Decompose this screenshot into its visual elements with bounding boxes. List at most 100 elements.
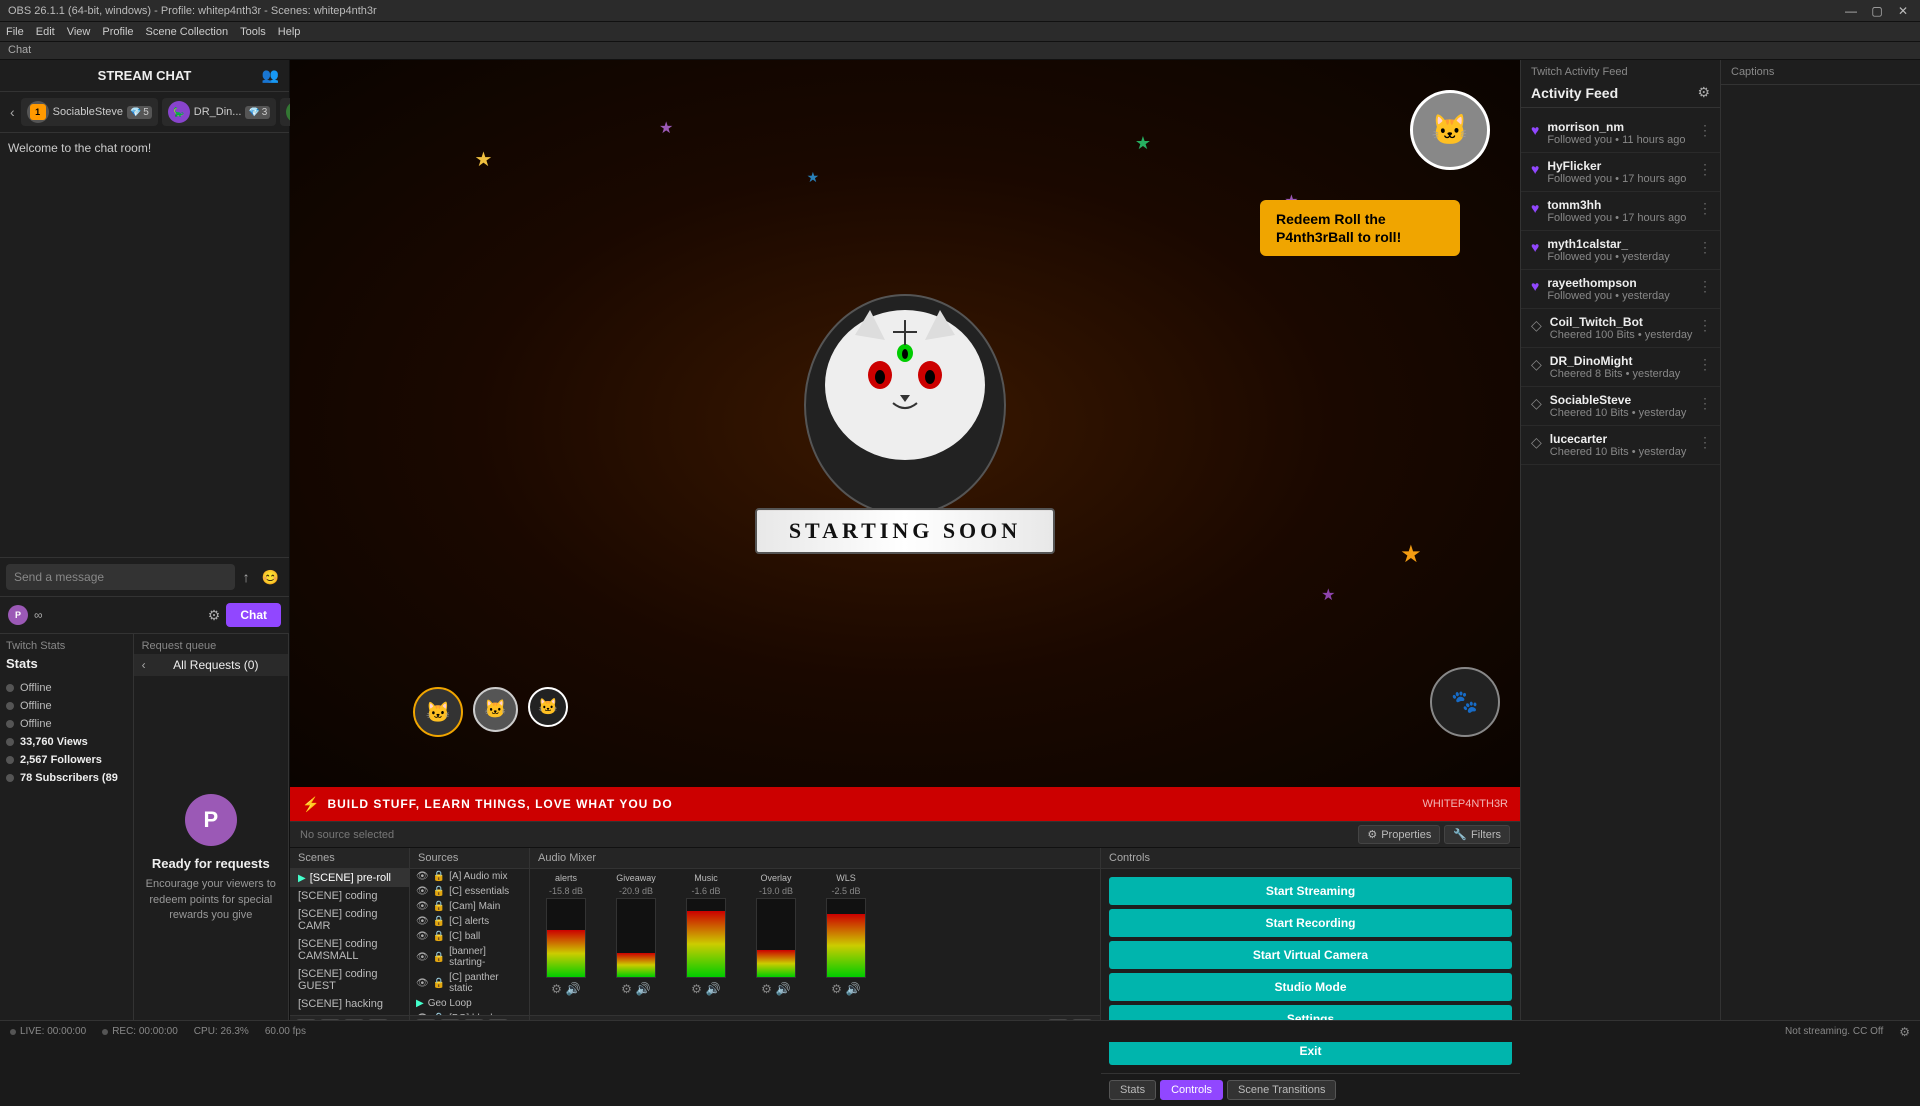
more-icon-8[interactable]: ⋮ — [1698, 395, 1712, 412]
more-icon-1[interactable]: ⋮ — [1698, 122, 1712, 139]
channel-mute-alerts[interactable]: 🔊 — [566, 982, 581, 996]
channel-settings-music[interactable]: ⚙ — [691, 982, 702, 996]
activity-name-8: SociableSteve — [1550, 393, 1710, 407]
channel-settings-alerts[interactable]: ⚙ — [551, 982, 562, 996]
more-icon-5[interactable]: ⋮ — [1698, 278, 1712, 295]
activity-item-lucecarter: ◇ lucecarter Cheered 10 Bits • yesterday… — [1521, 426, 1720, 465]
activity-content-6: Coil_Twitch_Bot Cheered 100 Bits • yeste… — [1550, 315, 1710, 341]
emote-icon[interactable]: 😊 — [258, 567, 283, 588]
source-item-cam-main[interactable]: 👁 🔒 [Cam] Main — [410, 899, 529, 914]
channel-db-giveaway: -20.9 dB — [619, 886, 653, 896]
more-icon-6[interactable]: ⋮ — [1698, 317, 1712, 334]
source-item-geo-loop[interactable]: ▶ Geo Loop — [410, 996, 529, 1011]
more-icon-7[interactable]: ⋮ — [1698, 356, 1712, 373]
user-card-2[interactable]: 🦕 DR_Din... 💎 3 — [162, 98, 276, 126]
channel-meter-wls — [826, 898, 866, 978]
audio-channels: alerts -15.8 dB ⚙ 🔊 Giveaway -20.9 — [530, 869, 1100, 1015]
start-recording-button[interactable]: Start Recording — [1109, 909, 1512, 937]
scenes-panel: Scenes ▶ [SCENE] pre-roll [SCENE] coding… — [290, 848, 410, 1042]
play-icon-geo: ▶ — [416, 998, 424, 1009]
scene-item-coding[interactable]: [SCENE] coding — [290, 887, 409, 905]
channel-mute-wls[interactable]: 🔊 — [846, 982, 861, 996]
all-requests-prev-button[interactable]: ‹ — [142, 658, 146, 672]
menu-edit[interactable]: Edit — [36, 26, 55, 38]
eye-icon-7[interactable]: 👁 — [416, 978, 429, 989]
eye-icon-2[interactable]: 👁 — [416, 886, 429, 897]
studio-mode-button[interactable]: Studio Mode — [1109, 973, 1512, 1001]
channel-meter-music — [686, 898, 726, 978]
channel-mute-giveaway[interactable]: 🔊 — [636, 982, 651, 996]
eye-icon-4[interactable]: 👁 — [416, 916, 429, 927]
activity-name-5: rayeethompson — [1547, 276, 1710, 290]
chat-message-input[interactable] — [6, 564, 235, 590]
eye-icon-6[interactable]: 👁 — [416, 952, 429, 963]
chat-label-bar: Chat — [0, 42, 1920, 60]
source-item-banner[interactable]: 👁 🔒 [banner] starting- — [410, 944, 529, 970]
user-card-1[interactable]: 1 SociableSteve 💎 5 — [21, 98, 158, 126]
menu-scene-collection[interactable]: Scene Collection — [146, 26, 229, 38]
add-user-icon[interactable]: 👥 — [262, 67, 279, 84]
tab-stats[interactable]: Stats — [1109, 1080, 1156, 1100]
menu-view[interactable]: View — [67, 26, 91, 38]
request-queue-header: Request queue — [134, 634, 288, 654]
menu-file[interactable]: File — [6, 26, 24, 38]
properties-button[interactable]: ⚙ Properties — [1358, 825, 1440, 844]
eye-icon-5[interactable]: 👁 — [416, 931, 429, 942]
menu-profile[interactable]: Profile — [102, 26, 133, 38]
filters-button[interactable]: 🔧 Filters — [1444, 825, 1510, 844]
scene-item-hacking[interactable]: [SCENE] hacking — [290, 995, 409, 1013]
more-icon-4[interactable]: ⋮ — [1698, 239, 1712, 256]
upload-icon[interactable]: ↑ — [239, 567, 254, 587]
chat-button[interactable]: Chat — [226, 603, 281, 627]
status-settings-button[interactable]: ⚙ — [1899, 1025, 1910, 1039]
prev-user-button[interactable]: ‹ — [8, 102, 17, 122]
channel-settings-overlay[interactable]: ⚙ — [761, 982, 772, 996]
channel-settings-giveaway[interactable]: ⚙ — [621, 982, 632, 996]
lock-icon-7[interactable]: 🔒 — [433, 978, 445, 989]
activity-feed-title: Twitch Activity Feed — [1521, 60, 1720, 80]
source-item-panther-static[interactable]: 👁 🔒 [C] panther static — [410, 970, 529, 996]
channel-label-alerts: alerts — [555, 873, 577, 884]
tab-scene-transitions[interactable]: Scene Transitions — [1227, 1080, 1336, 1100]
maximize-button[interactable]: ▢ — [1868, 4, 1886, 18]
source-item-alerts[interactable]: 👁 🔒 [C] alerts — [410, 914, 529, 929]
close-button[interactable]: ✕ — [1894, 4, 1912, 18]
more-icon-9[interactable]: ⋮ — [1698, 434, 1712, 451]
lock-icon-2[interactable]: 🔒 — [433, 886, 445, 897]
scenes-list: ▶ [SCENE] pre-roll [SCENE] coding [SCENE… — [290, 869, 409, 1015]
source-item-essentials[interactable]: 👁 🔒 [C] essentials — [410, 884, 529, 899]
more-icon-3[interactable]: ⋮ — [1698, 200, 1712, 217]
scene-item-pre-roll[interactable]: ▶ [SCENE] pre-roll — [290, 869, 409, 887]
lock-icon-5[interactable]: 🔒 — [433, 931, 445, 942]
lock-icon-3[interactable]: 🔒 — [433, 901, 445, 912]
channel-mute-overlay[interactable]: 🔊 — [776, 982, 791, 996]
more-icon-2[interactable]: ⋮ — [1698, 161, 1712, 178]
eye-icon-3[interactable]: 👁 — [416, 901, 429, 912]
bottom-logo-avatar: 🐾 — [1430, 667, 1500, 737]
activity-item-sociablesteve: ◇ SociableSteve Cheered 10 Bits • yester… — [1521, 387, 1720, 426]
start-streaming-button[interactable]: Start Streaming — [1109, 877, 1512, 905]
scene-item-coding-camsmall[interactable]: [SCENE] coding CAMSMALL — [290, 935, 409, 965]
lock-icon-6[interactable]: 🔒 — [433, 952, 445, 963]
minimize-button[interactable]: — — [1842, 4, 1860, 18]
scene-item-coding-camr[interactable]: [SCENE] coding CAMR — [290, 905, 409, 935]
channel-mute-music[interactable]: 🔊 — [706, 982, 721, 996]
eye-icon[interactable]: 👁 — [416, 871, 429, 882]
channel-settings-wls[interactable]: ⚙ — [831, 982, 842, 996]
menu-tools[interactable]: Tools — [240, 26, 266, 38]
activity-settings-button[interactable]: ⚙ — [1697, 84, 1710, 101]
channel-music: Music -1.6 dB ⚙ 🔊 — [674, 873, 738, 1011]
status-dot-rec — [102, 1029, 108, 1035]
lock-icon[interactable]: 🔒 — [433, 871, 445, 882]
tab-controls[interactable]: Controls — [1160, 1080, 1223, 1100]
menu-help[interactable]: Help — [278, 26, 301, 38]
left-panel: STREAM CHAT 👥 ‹ 1 SociableSteve 💎 5 🦕 DR… — [0, 60, 290, 1042]
source-item-audio-mix[interactable]: 👁 🔒 [A] Audio mix — [410, 869, 529, 884]
source-item-ball[interactable]: 👁 🔒 [C] ball — [410, 929, 529, 944]
channel-points-big-icon: P — [185, 794, 237, 846]
channel-meter-giveaway — [616, 898, 656, 978]
scene-item-coding-guest[interactable]: [SCENE] coding GUEST — [290, 965, 409, 995]
chat-settings-button[interactable]: ⚙ — [208, 607, 221, 624]
start-virtual-camera-button[interactable]: Start Virtual Camera — [1109, 941, 1512, 969]
lock-icon-4[interactable]: 🔒 — [433, 916, 445, 927]
